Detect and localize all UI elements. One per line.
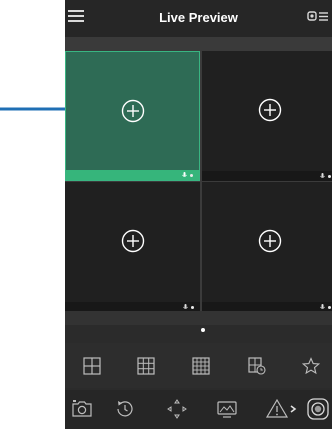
snapshot-camera-icon[interactable] — [70, 397, 94, 421]
playback-icon[interactable] — [113, 397, 137, 421]
mic-icon — [182, 171, 187, 177]
live-preview-app: Live Preview — [65, 0, 332, 429]
add-camera-icon[interactable] — [258, 98, 282, 122]
status-dot — [191, 305, 194, 309]
status-dot — [328, 305, 331, 309]
page-indicator-dot[interactable] — [201, 328, 205, 332]
favorite-star-icon[interactable] — [302, 357, 320, 375]
tile-status-strip — [202, 171, 332, 181]
record-icon[interactable] — [306, 397, 330, 421]
status-dot — [190, 173, 193, 177]
add-camera-icon[interactable] — [121, 99, 145, 123]
channel-list-icon[interactable] — [307, 10, 329, 24]
page-indicator-bar — [65, 311, 332, 325]
control-toolbar — [65, 390, 332, 429]
top-bar: Live Preview — [65, 0, 332, 37]
image-settings-icon[interactable] — [215, 397, 239, 421]
add-camera-icon[interactable] — [121, 229, 145, 253]
more-chevron-icon[interactable] — [287, 397, 299, 421]
ptz-direction-icon[interactable] — [165, 397, 189, 421]
layout-toolbar — [65, 343, 332, 388]
layout-schedule-icon[interactable] — [248, 357, 266, 375]
video-grid — [65, 51, 332, 312]
mic-icon — [320, 303, 325, 309]
layout-2x2-icon[interactable] — [83, 357, 101, 375]
layout-3x3-icon[interactable] — [137, 357, 155, 375]
video-tile-selected[interactable] — [65, 51, 200, 181]
mic-icon — [320, 172, 325, 178]
layout-4x4-icon[interactable] — [192, 357, 210, 375]
status-dot — [328, 174, 331, 178]
alert-icon[interactable] — [265, 397, 289, 421]
toolbar-spacer — [65, 37, 332, 51]
video-tile[interactable] — [65, 182, 200, 312]
video-tile[interactable] — [202, 51, 332, 181]
tile-status-strip — [66, 170, 199, 180]
add-camera-icon[interactable] — [258, 229, 282, 253]
video-tile[interactable] — [202, 182, 332, 312]
page-title: Live Preview — [159, 10, 238, 25]
mic-icon — [183, 303, 188, 309]
